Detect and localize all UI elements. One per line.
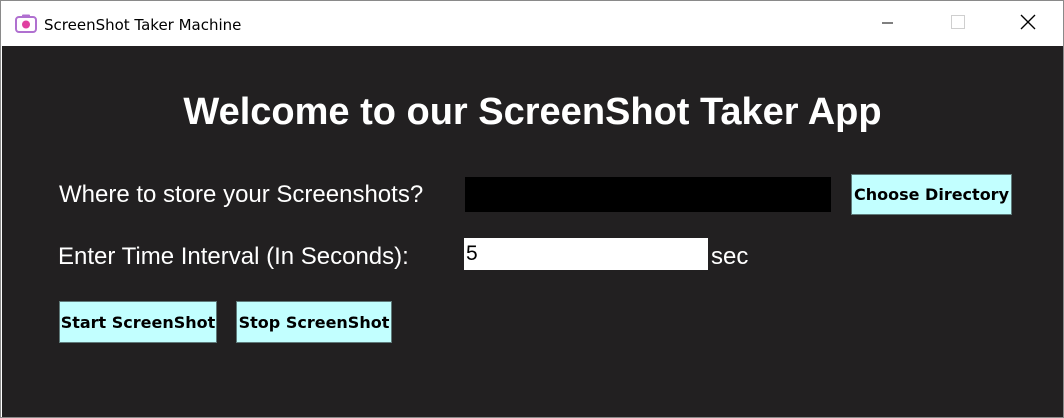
camera-app-icon xyxy=(15,13,37,35)
choose-directory-button[interactable]: Choose Directory xyxy=(851,174,1012,215)
app-window: ScreenShot Taker Machine Welcome to our … xyxy=(0,0,1064,418)
close-icon xyxy=(1020,14,1036,34)
interval-input[interactable] xyxy=(464,238,708,270)
directory-label: Where to store your Screenshots? xyxy=(59,181,424,208)
main-panel: Welcome to our ScreenShot Taker App Wher… xyxy=(2,46,1063,417)
interval-label: Enter Time Interval (In Seconds): xyxy=(58,243,409,270)
interval-unit-label: sec xyxy=(711,243,749,270)
close-button[interactable] xyxy=(993,1,1063,46)
stop-screenshot-button[interactable]: Stop ScreenShot xyxy=(236,301,392,343)
title-bar[interactable]: ScreenShot Taker Machine xyxy=(1,1,1063,46)
maximize-icon xyxy=(950,14,966,34)
minimize-icon xyxy=(882,14,894,33)
maximize-button[interactable] xyxy=(923,1,993,46)
directory-field[interactable] xyxy=(465,177,831,212)
window-title: ScreenShot Taker Machine xyxy=(44,16,242,34)
minimize-button[interactable] xyxy=(853,1,923,46)
page-title: Welcome to our ScreenShot Taker App xyxy=(183,91,882,133)
start-screenshot-button[interactable]: Start ScreenShot xyxy=(59,301,217,343)
